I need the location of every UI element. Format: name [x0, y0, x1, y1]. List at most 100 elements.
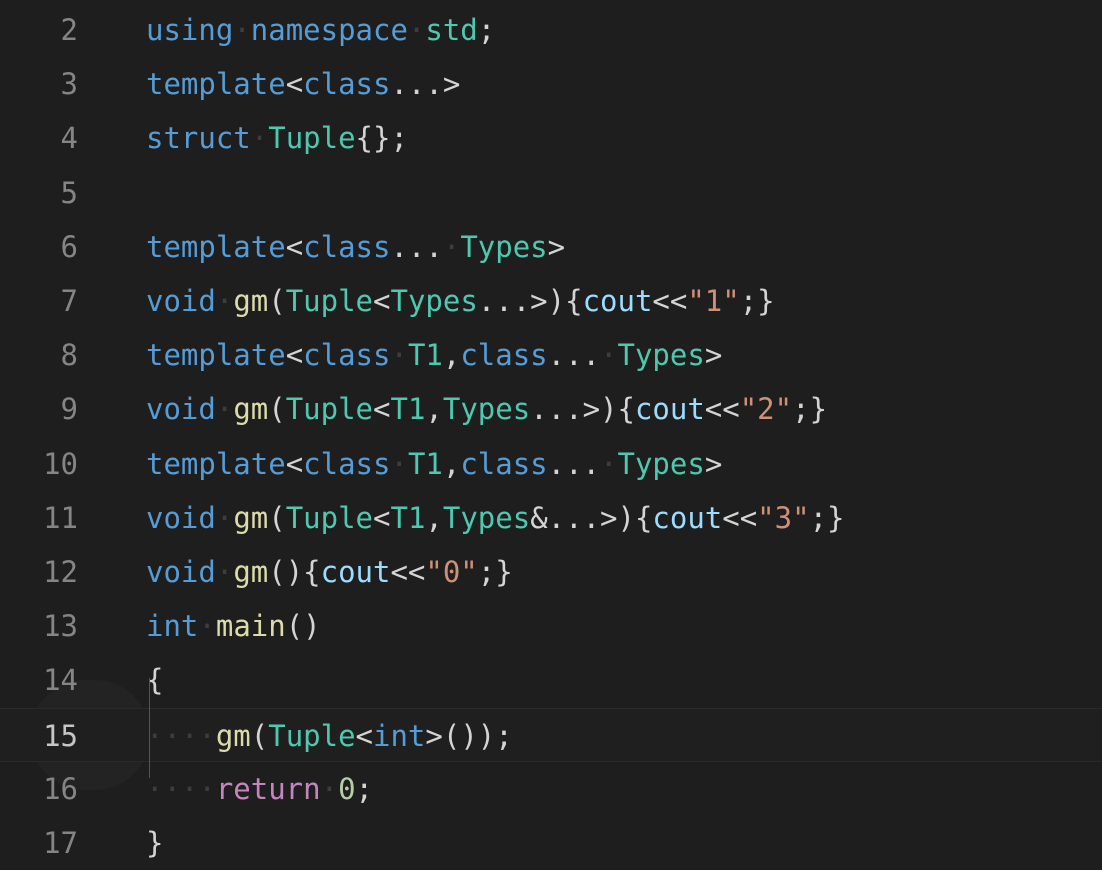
code-token: void	[146, 284, 216, 318]
code-token: <	[373, 500, 391, 535]
code-line-7[interactable]: 7 void·gm(Tuple<Types...>){cout<<"1";}	[0, 274, 1102, 328]
code-token: template	[146, 446, 286, 481]
code-token: ...>){	[530, 392, 635, 427]
code-line-9[interactable]: 9 void·gm(Tuple<T1,Types...>){cout<<"2";}	[0, 382, 1102, 436]
code-line-13[interactable]: 13 int·main()	[0, 599, 1102, 653]
whitespace-marker: ·	[407, 13, 426, 47]
code-token: Types	[617, 338, 705, 373]
code-token: ;}	[809, 500, 845, 535]
line-number: 15	[43, 718, 78, 753]
code-line-16[interactable]: 16 ····return·0;	[0, 762, 1102, 816]
code-token: <	[285, 446, 304, 481]
code-text[interactable]: void·gm(Tuple<T1,Types...>){cout<<"2";}	[146, 382, 827, 436]
whitespace-marker: ·	[233, 13, 251, 47]
line-number: 11	[43, 500, 78, 535]
code-token: Types	[617, 446, 705, 481]
line-number: 13	[43, 609, 78, 644]
line-number: 16	[43, 771, 78, 806]
code-token: &...>){	[530, 500, 653, 535]
code-line-15[interactable]: 15 ····gm(Tuple<int>());	[0, 707, 1102, 763]
code-line-6[interactable]: 6 template<class...·Types>	[0, 220, 1102, 274]
code-token: <	[355, 718, 374, 753]
code-token: (	[268, 500, 286, 535]
code-token: cout	[652, 500, 723, 535]
code-line-8[interactable]: 8 template<class·T1,class...·Types>	[0, 328, 1102, 382]
line-number: 4	[60, 121, 78, 156]
code-token: ,	[425, 500, 443, 535]
code-text[interactable]: }	[146, 816, 163, 870]
code-token: <<	[390, 555, 426, 589]
code-token: (	[250, 718, 269, 753]
code-token: struct	[146, 121, 251, 156]
code-text[interactable]: using·namespace·std;	[146, 3, 495, 57]
code-token: cout	[634, 392, 705, 427]
whitespace-marker: ·	[215, 500, 234, 535]
code-text[interactable]: ····return·0;	[146, 762, 373, 816]
code-line-17[interactable]: 17}	[0, 816, 1102, 870]
code-token: Types	[442, 500, 531, 535]
code-token: return	[215, 771, 321, 806]
line-number: 2	[60, 13, 78, 47]
code-token: T1	[390, 500, 426, 535]
code-token: (){	[268, 555, 321, 589]
line-number: 14	[43, 663, 78, 698]
code-token: gm	[215, 718, 251, 753]
code-line-5[interactable]: 5	[0, 166, 1102, 220]
code-text[interactable]: template<class·T1,class...·Types>	[146, 328, 722, 382]
code-line-14[interactable]: 14{	[0, 653, 1102, 707]
code-line-12[interactable]: 12 void·gm(){cout<<"0";}	[0, 545, 1102, 599]
line-number: 3	[60, 67, 78, 102]
whitespace-marker: ·	[250, 121, 269, 156]
code-line-10[interactable]: 10 template<class·T1,class...·Types>	[0, 437, 1102, 491]
code-token: <<	[652, 284, 688, 318]
code-token: >	[547, 229, 566, 264]
line-number: 9	[60, 392, 78, 427]
code-token: <	[285, 67, 304, 102]
code-token: class	[303, 229, 391, 264]
code-text[interactable]: ····gm(Tuple<int>());	[146, 709, 513, 763]
code-line-2[interactable]: 2 using·namespace·std;	[0, 3, 1102, 57]
whitespace-marker: ·	[390, 338, 408, 373]
whitespace-marker: ·	[215, 555, 234, 589]
code-text[interactable]: void·gm(){cout<<"0";}	[146, 545, 513, 599]
whitespace-marker: ····	[146, 771, 216, 806]
code-text[interactable]: template<class...·Types>	[146, 220, 565, 274]
code-token: <<	[722, 500, 758, 535]
code-editor[interactable]: 2 using·namespace·std; 3 template<class...>…	[0, 0, 1102, 860]
code-line-3[interactable]: 3 template<class...>	[0, 57, 1102, 111]
code-token: ...	[390, 229, 443, 264]
code-text[interactable]: void·gm(Tuple<Types...>){cout<<"1";}	[146, 274, 775, 328]
code-line-11[interactable]: 11 void·gm(Tuple<T1,Types&...>){cout<<"3"…	[0, 491, 1102, 545]
code-text[interactable]: void·gm(Tuple<T1,Types&...>){cout<<"3";}	[146, 491, 844, 545]
code-token: cout	[320, 555, 391, 589]
code-token: cout	[582, 284, 653, 318]
code-token: void	[146, 500, 216, 535]
code-token: Tuple	[268, 718, 356, 753]
code-token: }	[146, 826, 164, 860]
code-token: "1"	[687, 284, 740, 318]
code-token: ;	[477, 13, 496, 47]
code-token: ,	[442, 338, 461, 373]
line-number: 7	[60, 284, 78, 318]
code-token: gm	[233, 555, 269, 589]
line-number: 17	[43, 826, 78, 860]
code-text[interactable]: struct·Tuple{};	[146, 111, 408, 165]
code-token: 0	[338, 771, 356, 806]
whitespace-marker: ·	[390, 446, 408, 481]
code-text[interactable]: template<class·T1,class...·Types>	[146, 437, 722, 491]
code-text[interactable]: int·main()	[146, 599, 321, 653]
code-token: class	[303, 446, 391, 481]
code-token: {};	[355, 121, 408, 156]
code-token: ...>){	[477, 284, 583, 318]
code-token: main	[215, 609, 286, 644]
code-text[interactable]: template<class...>	[146, 57, 460, 111]
code-token: >());	[425, 718, 513, 753]
code-line-4[interactable]: 4 struct·Tuple{};	[0, 111, 1102, 165]
code-token: ;}	[792, 392, 828, 427]
whitespace-marker: ·	[215, 392, 234, 427]
whitespace-marker: ·	[320, 771, 339, 806]
code-token: (	[268, 392, 286, 427]
whitespace-marker: ·	[600, 446, 618, 481]
code-token: "3"	[757, 500, 810, 535]
code-token: (	[268, 284, 286, 318]
